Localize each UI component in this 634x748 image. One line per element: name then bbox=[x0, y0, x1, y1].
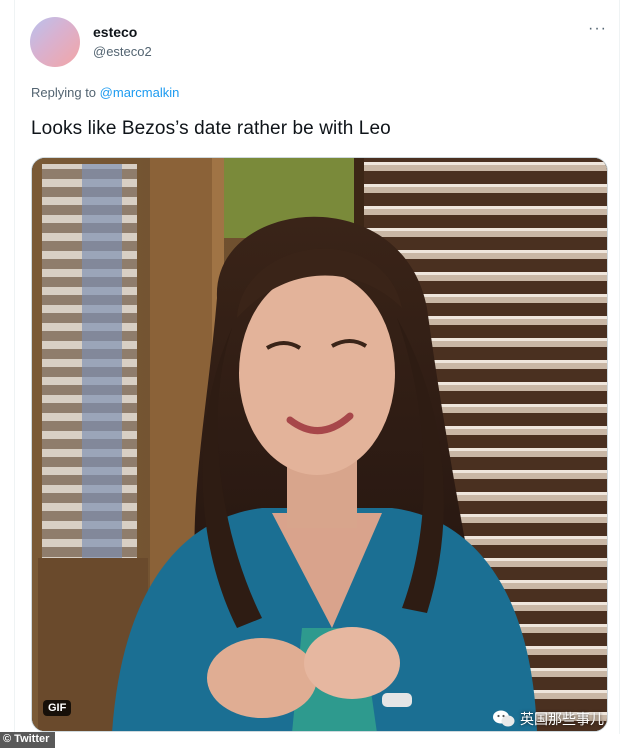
replying-to-line: Replying to @marcmalkin bbox=[31, 85, 179, 100]
replying-to-mention-link[interactable]: @marcmalkin bbox=[100, 85, 180, 100]
display-name[interactable]: esteco bbox=[93, 24, 137, 40]
gif-badge: GIF bbox=[43, 700, 72, 716]
more-options-icon[interactable]: ··· bbox=[588, 20, 607, 38]
tweet-text: Looks like Bezos’s date rather be with L… bbox=[31, 118, 391, 139]
user-handle[interactable]: @esteco2 bbox=[93, 44, 152, 59]
wechat-watermark: 英国那些事儿 bbox=[493, 709, 604, 729]
source-name: Twitter bbox=[14, 733, 50, 745]
gif-frame-image bbox=[32, 158, 607, 731]
gif-media[interactable] bbox=[31, 157, 608, 732]
source-label: © Twitter bbox=[0, 732, 56, 748]
replying-to-label: Replying to bbox=[31, 85, 97, 100]
wechat-icon bbox=[493, 710, 515, 727]
avatar[interactable] bbox=[30, 17, 80, 67]
watermark-label: 英国那些事儿 bbox=[520, 711, 604, 727]
